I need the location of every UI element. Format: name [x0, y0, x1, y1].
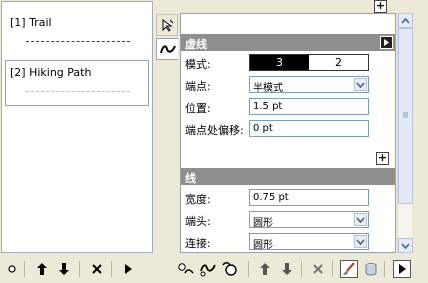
- toolbar-separator: [248, 261, 249, 277]
- path-item-trail[interactable]: [1] Trail: [5, 10, 149, 56]
- endpoint-offset-label: 端点处偏移:: [185, 124, 244, 137]
- path-item-label: [1] Trail: [10, 16, 52, 29]
- endpoint-offset-row: 端点处偏移: 0 pt: [181, 118, 395, 139]
- play-forward-button[interactable]: [393, 260, 411, 278]
- scroll-down-button[interactable]: [398, 238, 413, 253]
- add-stroke-button[interactable]: [177, 260, 195, 278]
- position-input[interactable]: 1.5 pt: [249, 98, 369, 115]
- path-line-preview: [26, 91, 130, 92]
- add-path-button[interactable]: [3, 260, 21, 278]
- cursor-icon: [162, 19, 174, 32]
- toolbar-separator: [332, 261, 333, 277]
- mode-label: 模式:: [185, 58, 211, 71]
- endpoint-label: 端点:: [185, 80, 211, 93]
- path-line-preview: [26, 41, 130, 42]
- stroke-options-icon: [222, 261, 237, 276]
- chevron-down-icon: [401, 242, 410, 249]
- tab-strip: [155, 13, 179, 253]
- stroke-duplicate-icon: [200, 264, 216, 277]
- next-button[interactable]: [119, 260, 137, 278]
- add-stroke-icon: [178, 263, 194, 274]
- triangle-right-icon: [384, 39, 389, 46]
- duplicate-stroke-button[interactable]: [199, 260, 217, 278]
- chevron-down-icon[interactable]: [354, 213, 367, 226]
- circle-icon: [8, 265, 16, 273]
- delete-stroke-button[interactable]: [309, 260, 327, 278]
- join-row: 连接: 圆形: [181, 231, 395, 252]
- path-list[interactable]: [1] Trail [2] Hiking Path: [1, 1, 153, 253]
- chevron-up-icon: [401, 17, 410, 24]
- join-value: 圆形: [253, 240, 273, 251]
- path-item-hiking-path[interactable]: [2] Hiking Path: [5, 60, 149, 106]
- cap-row: 端头: 圆形: [181, 209, 395, 230]
- properties-panel: + 虚线 模式: 3 2 端点: 半模式 位置: 1.5 pt 端点处偏移: 0…: [155, 0, 428, 253]
- join-dropdown[interactable]: 圆形: [249, 233, 369, 251]
- grip-icon: [403, 112, 408, 118]
- mode-option-2[interactable]: 2: [309, 55, 368, 70]
- arrow-down-icon: [59, 263, 69, 275]
- endpoint-offset-input[interactable]: 0 pt: [249, 120, 369, 137]
- fill-button[interactable]: [362, 260, 380, 278]
- close-icon: [92, 264, 102, 274]
- toolbar-separator: [24, 261, 25, 277]
- move-up-button[interactable]: [33, 260, 51, 278]
- toolbar-separator: [384, 261, 385, 277]
- brush-icon: [343, 262, 355, 275]
- arrow-down-icon: [282, 263, 292, 275]
- scroll-thumb[interactable]: [398, 28, 413, 204]
- mode-row: 模式: 3 2: [181, 52, 395, 73]
- stroke-down-button[interactable]: [278, 260, 296, 278]
- tab-select-tool[interactable]: [156, 14, 178, 36]
- stroke-curve-icon: [159, 45, 176, 54]
- brush-button[interactable]: [340, 260, 358, 278]
- arrow-up-icon: [37, 263, 47, 275]
- scroll-up-button[interactable]: [398, 13, 413, 28]
- position-row: 位置: 1.5 pt: [181, 96, 395, 117]
- mode-option-3[interactable]: 3: [250, 55, 309, 70]
- add-section-button[interactable]: +: [374, 0, 387, 13]
- vertical-scrollbar[interactable]: [397, 13, 413, 253]
- path-item-label: [2] Hiking Path: [10, 66, 92, 79]
- dash-section-title: 虚线: [185, 38, 207, 51]
- cap-dropdown[interactable]: 圆形: [249, 211, 369, 229]
- toolbar-separator: [79, 261, 80, 277]
- delete-path-button[interactable]: [88, 260, 106, 278]
- toolbar-separator: [301, 261, 302, 277]
- cap-value: 圆形: [253, 218, 273, 229]
- width-row: 宽度: 0.75 pt: [181, 187, 395, 208]
- section-expand-button[interactable]: [380, 36, 393, 49]
- add-line-button[interactable]: +: [376, 152, 389, 165]
- stroke-options-button[interactable]: [221, 260, 239, 278]
- chevron-down-icon[interactable]: [354, 78, 367, 91]
- width-input[interactable]: 0.75 pt: [249, 189, 369, 206]
- position-label: 位置:: [185, 102, 211, 115]
- line-section-title: 线: [185, 172, 196, 185]
- dash-section-header[interactable]: 虚线: [181, 34, 395, 51]
- mode-selector[interactable]: 3 2: [249, 54, 369, 71]
- endpoint-dropdown[interactable]: 半模式: [249, 76, 369, 94]
- bottom-toolbar: [0, 256, 428, 283]
- stroke-up-button[interactable]: [256, 260, 274, 278]
- arrow-up-icon: [260, 263, 270, 275]
- cylinder-icon: [365, 263, 377, 276]
- join-label: 连接:: [185, 237, 211, 250]
- endpoint-row: 端点: 半模式: [181, 74, 395, 95]
- endpoint-value: 半模式: [253, 83, 283, 94]
- cap-label: 端头:: [185, 215, 211, 228]
- close-icon: [313, 264, 323, 274]
- play-icon: [399, 264, 406, 274]
- width-label: 宽度:: [185, 193, 211, 206]
- properties-scroll-area: 虚线 模式: 3 2 端点: 半模式 位置: 1.5 pt 端点处偏移: 0 p…: [180, 13, 396, 253]
- line-section-header[interactable]: 线: [181, 168, 395, 185]
- tab-stroke[interactable]: [156, 38, 178, 60]
- toolbar-separator: [111, 261, 112, 277]
- play-icon: [125, 264, 132, 274]
- move-down-button[interactable]: [55, 260, 73, 278]
- chevron-down-icon[interactable]: [354, 235, 367, 248]
